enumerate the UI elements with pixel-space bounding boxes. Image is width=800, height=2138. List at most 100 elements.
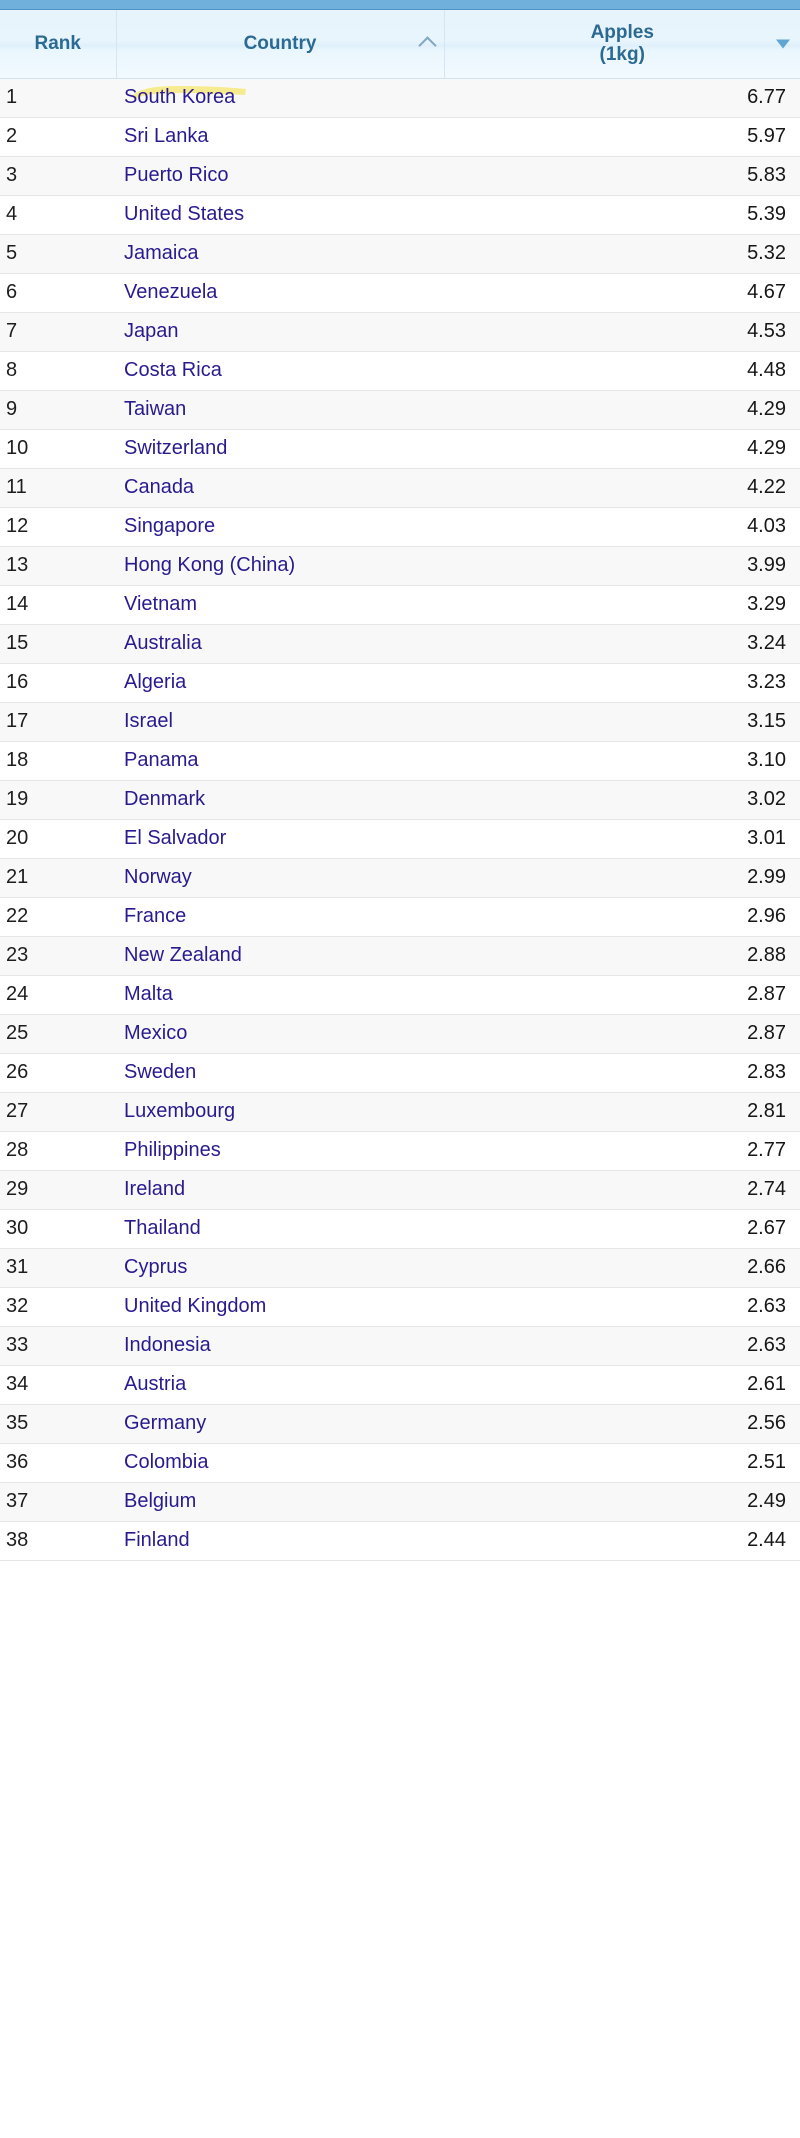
cell-rank: 27	[0, 1092, 116, 1132]
country-link[interactable]: Japan	[124, 320, 179, 342]
cell-country: Finland	[116, 1521, 444, 1561]
country-link[interactable]: Hong Kong (China)	[124, 554, 295, 576]
country-link[interactable]: Costa Rica	[124, 359, 222, 381]
country-link[interactable]: Vietnam	[124, 593, 197, 615]
cell-rank: 23	[0, 936, 116, 976]
cell-country: Colombia	[116, 1443, 444, 1483]
country-link[interactable]: Malta	[124, 983, 173, 1005]
cell-country: Jamaica	[116, 234, 444, 274]
country-link[interactable]: United States	[124, 203, 244, 225]
country-link[interactable]: Norway	[124, 866, 192, 888]
table-body: 1 South Korea 6.77 2 Sri Lanka 5.97 3 Puerto Ri…	[0, 78, 800, 1561]
table-row: 4 United States 5.39	[0, 195, 800, 235]
table-row: 28 Philippines 2.77	[0, 1131, 800, 1171]
country-link[interactable]: Jamaica	[124, 242, 198, 264]
cell-country: Denmark	[116, 780, 444, 820]
table-row: 9 Taiwan 4.29	[0, 390, 800, 430]
cell-apple-price: 2.81	[444, 1092, 800, 1132]
cell-apple-price: 3.15	[444, 702, 800, 742]
price-table: Rank Country Apples (1kg) 1 South Korea …	[0, 10, 800, 1561]
cell-rank: 30	[0, 1209, 116, 1249]
cell-country: Norway	[116, 858, 444, 898]
table-row: 13 Hong Kong (China) 3.99	[0, 546, 800, 586]
cell-rank: 33	[0, 1326, 116, 1366]
country-link[interactable]: Luxembourg	[124, 1100, 235, 1122]
cell-rank: 15	[0, 624, 116, 664]
country-link[interactable]: Sri Lanka	[124, 125, 209, 147]
cell-apple-price: 2.56	[444, 1404, 800, 1444]
country-link[interactable]: Mexico	[124, 1022, 187, 1044]
cell-apple-price: 2.51	[444, 1443, 800, 1483]
table-row: 32 United Kingdom 2.63	[0, 1287, 800, 1327]
cell-rank: 24	[0, 975, 116, 1015]
cell-country: New Zealand	[116, 936, 444, 976]
cell-apple-price: 2.49	[444, 1482, 800, 1522]
country-link[interactable]: Switzerland	[124, 437, 227, 459]
country-link[interactable]: France	[124, 905, 186, 927]
chevron-up-icon[interactable]	[417, 36, 437, 55]
country-link[interactable]: New Zealand	[124, 944, 242, 966]
cell-apple-price: 3.99	[444, 546, 800, 586]
column-header-country[interactable]: Country	[116, 10, 445, 79]
country-link[interactable]: Belgium	[124, 1490, 196, 1512]
table-row: 22 France 2.96	[0, 897, 800, 937]
cell-rank: 16	[0, 663, 116, 703]
country-link[interactable]: Cyprus	[124, 1256, 187, 1278]
country-link[interactable]: Australia	[124, 632, 202, 654]
country-link[interactable]: Canada	[124, 476, 194, 498]
column-header-rank[interactable]: Rank	[0, 10, 117, 79]
cell-rank: 32	[0, 1287, 116, 1327]
column-header-apples-line2: (1kg)	[599, 43, 645, 65]
cell-apple-price: 2.88	[444, 936, 800, 976]
country-link[interactable]: Taiwan	[124, 398, 186, 420]
cell-country: Japan	[116, 312, 444, 352]
cell-rank: 9	[0, 390, 116, 430]
cell-rank: 21	[0, 858, 116, 898]
table-row: 8 Costa Rica 4.48	[0, 351, 800, 391]
country-link[interactable]: United Kingdom	[124, 1295, 266, 1317]
cell-country: Philippines	[116, 1131, 444, 1171]
cell-apple-price: 2.87	[444, 1014, 800, 1054]
country-link[interactable]: South Korea	[124, 86, 235, 108]
column-header-apples[interactable]: Apples (1kg)	[444, 10, 800, 79]
country-link[interactable]: Indonesia	[124, 1334, 211, 1356]
triangle-down-icon[interactable]	[776, 39, 790, 49]
table-row: 12 Singapore 4.03	[0, 507, 800, 547]
cell-country: Sri Lanka	[116, 117, 444, 157]
cell-rank: 31	[0, 1248, 116, 1288]
cell-country: Mexico	[116, 1014, 444, 1054]
cell-apple-price: 5.83	[444, 156, 800, 196]
country-link[interactable]: Austria	[124, 1373, 186, 1395]
cell-country: Ireland	[116, 1170, 444, 1210]
country-link[interactable]: Ireland	[124, 1178, 185, 1200]
cell-apple-price: 3.10	[444, 741, 800, 781]
cell-rank: 37	[0, 1482, 116, 1522]
country-link[interactable]: Israel	[124, 710, 173, 732]
column-header-apples-line1: Apples	[590, 21, 654, 43]
cell-rank: 25	[0, 1014, 116, 1054]
column-header-rank-label: Rank	[34, 32, 81, 54]
country-link[interactable]: Germany	[124, 1412, 206, 1434]
country-link[interactable]: Philippines	[124, 1139, 221, 1161]
country-link[interactable]: Thailand	[124, 1217, 201, 1239]
country-link[interactable]: Panama	[124, 749, 199, 771]
cell-rank: 35	[0, 1404, 116, 1444]
cell-apple-price: 3.29	[444, 585, 800, 625]
country-link[interactable]: Finland	[124, 1529, 190, 1551]
cell-apple-price: 4.53	[444, 312, 800, 352]
cell-apple-price: 2.66	[444, 1248, 800, 1288]
table-row: 33 Indonesia 2.63	[0, 1326, 800, 1366]
country-link[interactable]: Sweden	[124, 1061, 196, 1083]
cell-apple-price: 4.67	[444, 273, 800, 313]
country-link[interactable]: Denmark	[124, 788, 205, 810]
country-link[interactable]: El Salvador	[124, 827, 226, 849]
country-link[interactable]: Puerto Rico	[124, 164, 229, 186]
country-link[interactable]: Venezuela	[124, 281, 217, 303]
table-row: 25 Mexico 2.87	[0, 1014, 800, 1054]
country-link[interactable]: Colombia	[124, 1451, 208, 1473]
cell-country: Austria	[116, 1365, 444, 1405]
cell-country: United Kingdom	[116, 1287, 444, 1327]
country-link[interactable]: Algeria	[124, 671, 186, 693]
cell-country: South Korea	[116, 78, 444, 118]
country-link[interactable]: Singapore	[124, 515, 215, 537]
